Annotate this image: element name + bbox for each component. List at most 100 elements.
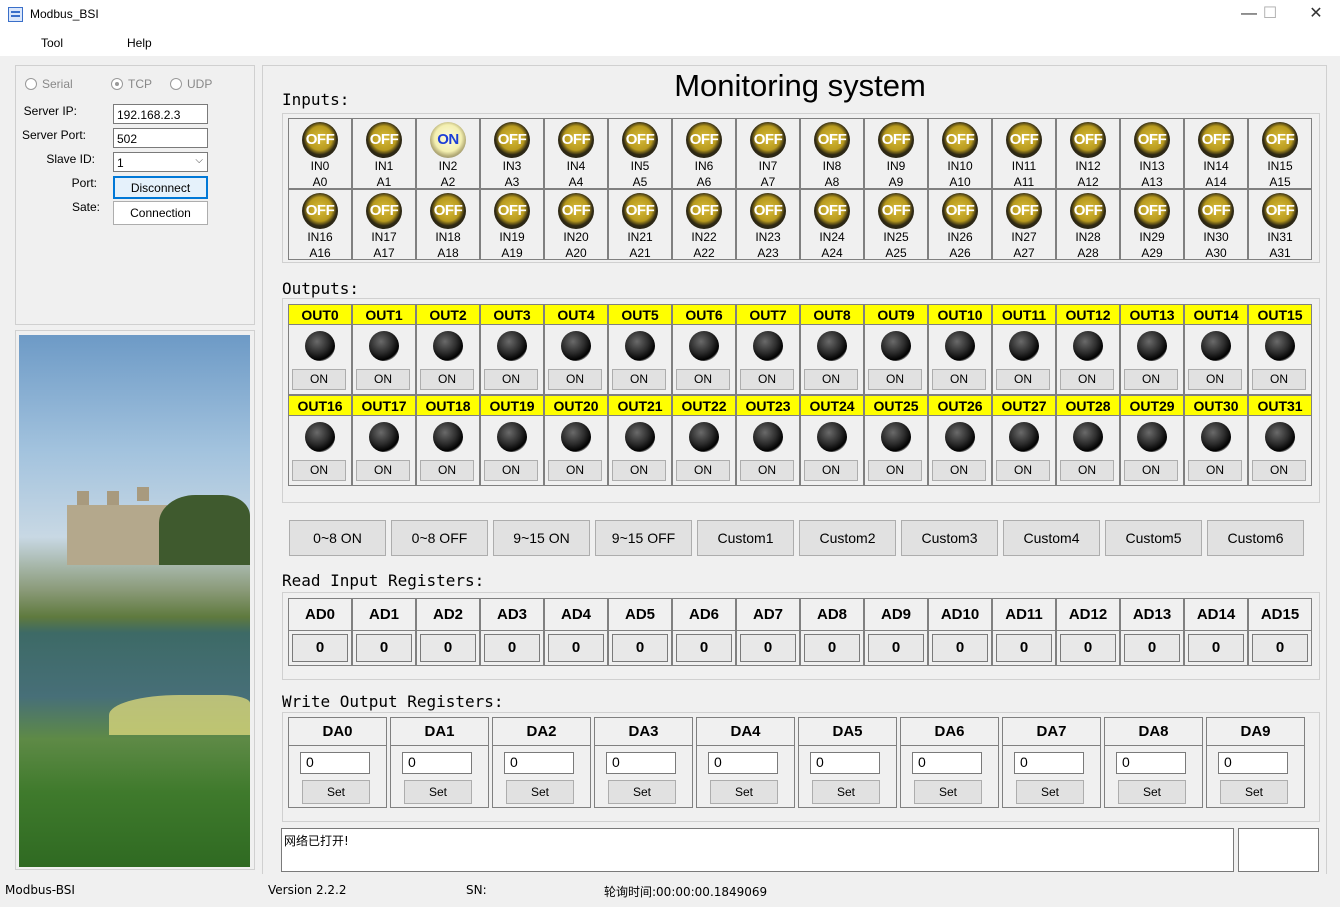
read-register-value: 0 bbox=[292, 634, 348, 662]
read-register-cell: AD9 0 bbox=[864, 598, 928, 666]
radio-tcp[interactable]: TCP bbox=[111, 77, 152, 91]
input-cell: OFF IN6 A6 bbox=[672, 118, 736, 189]
quick-button[interactable]: 0~8 ON bbox=[289, 520, 386, 556]
output-toggle-button[interactable]: ON bbox=[1188, 369, 1242, 390]
input-led-icon: OFF bbox=[1070, 122, 1106, 158]
quick-button[interactable]: Custom2 bbox=[799, 520, 896, 556]
quick-button[interactable]: Custom5 bbox=[1105, 520, 1202, 556]
output-toggle-button[interactable]: ON bbox=[996, 369, 1050, 390]
output-toggle-button[interactable]: ON bbox=[356, 460, 410, 481]
output-toggle-button[interactable]: ON bbox=[996, 460, 1050, 481]
write-register-set-button[interactable]: Set bbox=[404, 780, 472, 804]
output-toggle-button[interactable]: ON bbox=[868, 460, 922, 481]
output-toggle-button[interactable]: ON bbox=[612, 369, 666, 390]
read-register-value: 0 bbox=[420, 634, 476, 662]
server-port-input[interactable]: 502 bbox=[113, 128, 208, 148]
output-toggle-button[interactable]: ON bbox=[804, 369, 858, 390]
quick-button[interactable]: 9~15 OFF bbox=[595, 520, 692, 556]
write-register-input[interactable]: 0 bbox=[402, 752, 472, 774]
output-indicator-icon bbox=[1265, 422, 1295, 452]
radio-serial[interactable]: Serial bbox=[25, 77, 73, 91]
write-register-input[interactable]: 0 bbox=[912, 752, 982, 774]
write-register-set-button[interactable]: Set bbox=[710, 780, 778, 804]
input-cell: ON IN2 A2 bbox=[416, 118, 480, 189]
write-register-input[interactable]: 0 bbox=[504, 752, 574, 774]
output-toggle-button[interactable]: ON bbox=[932, 460, 986, 481]
output-cell: OUT3 ON bbox=[480, 304, 544, 395]
output-toggle-button[interactable]: ON bbox=[548, 460, 602, 481]
output-cell: OUT14 ON bbox=[1184, 304, 1248, 395]
output-name: OUT10 bbox=[929, 305, 991, 325]
read-register-value: 0 bbox=[804, 634, 860, 662]
output-toggle-button[interactable]: ON bbox=[740, 369, 794, 390]
output-toggle-button[interactable]: ON bbox=[932, 369, 986, 390]
quick-button[interactable]: 0~8 OFF bbox=[391, 520, 488, 556]
slave-id-select[interactable]: 1 ⌵ bbox=[113, 152, 208, 172]
output-toggle-button[interactable]: ON bbox=[868, 369, 922, 390]
read-register-value: 0 bbox=[1060, 634, 1116, 662]
write-register-set-button[interactable]: Set bbox=[1220, 780, 1288, 804]
output-toggle-button[interactable]: ON bbox=[420, 460, 474, 481]
output-toggle-button[interactable]: ON bbox=[548, 369, 602, 390]
write-register-input[interactable]: 0 bbox=[810, 752, 880, 774]
output-toggle-button[interactable]: ON bbox=[420, 369, 474, 390]
output-toggle-button[interactable]: ON bbox=[292, 460, 346, 481]
output-toggle-button[interactable]: ON bbox=[1124, 369, 1178, 390]
output-name: OUT24 bbox=[801, 396, 863, 416]
output-toggle-button[interactable]: ON bbox=[1124, 460, 1178, 481]
write-register-set-button[interactable]: Set bbox=[608, 780, 676, 804]
input-cell: OFF IN31 A31 bbox=[1248, 189, 1312, 260]
write-register-set-button[interactable]: Set bbox=[812, 780, 880, 804]
write-register-cell: DA2 0 Set bbox=[492, 717, 591, 808]
input-led-icon: OFF bbox=[366, 193, 402, 229]
server-ip-input[interactable]: 192.168.2.3 bbox=[113, 104, 208, 124]
menu-tool[interactable]: Tool bbox=[41, 36, 63, 50]
output-toggle-button[interactable]: ON bbox=[612, 460, 666, 481]
output-toggle-button[interactable]: ON bbox=[1252, 460, 1306, 481]
read-register-name: AD11 bbox=[993, 599, 1055, 631]
output-toggle-button[interactable]: ON bbox=[804, 460, 858, 481]
flowers-shape bbox=[109, 695, 250, 735]
radio-udp[interactable]: UDP bbox=[170, 77, 212, 91]
write-register-set-button[interactable]: Set bbox=[1016, 780, 1084, 804]
output-toggle-button[interactable]: ON bbox=[1188, 460, 1242, 481]
read-register-name: AD12 bbox=[1057, 599, 1119, 631]
close-button[interactable]: ✕ bbox=[1293, 0, 1339, 30]
output-toggle-button[interactable]: ON bbox=[1252, 369, 1306, 390]
write-register-set-button[interactable]: Set bbox=[1118, 780, 1186, 804]
output-toggle-button[interactable]: ON bbox=[484, 369, 538, 390]
write-register-input[interactable]: 0 bbox=[1116, 752, 1186, 774]
output-toggle-button[interactable]: ON bbox=[484, 460, 538, 481]
connection-status-button[interactable]: Connection bbox=[113, 201, 208, 225]
disconnect-button[interactable]: Disconnect bbox=[113, 176, 208, 199]
output-toggle-button[interactable]: ON bbox=[740, 460, 794, 481]
write-register-set-button[interactable]: Set bbox=[506, 780, 574, 804]
output-toggle-button[interactable]: ON bbox=[1060, 460, 1114, 481]
quick-button[interactable]: Custom6 bbox=[1207, 520, 1304, 556]
quick-button[interactable]: Custom1 bbox=[697, 520, 794, 556]
write-register-input[interactable]: 0 bbox=[606, 752, 676, 774]
output-toggle-button[interactable]: ON bbox=[1060, 369, 1114, 390]
write-register-input[interactable]: 0 bbox=[708, 752, 778, 774]
write-register-input[interactable]: 0 bbox=[1014, 752, 1084, 774]
output-indicator-icon bbox=[433, 331, 463, 361]
output-toggle-button[interactable]: ON bbox=[356, 369, 410, 390]
menu-help[interactable]: Help bbox=[127, 36, 152, 50]
quick-button[interactable]: Custom3 bbox=[901, 520, 998, 556]
read-register-name: AD13 bbox=[1121, 599, 1183, 631]
write-register-input[interactable]: 0 bbox=[1218, 752, 1288, 774]
log-output[interactable]: 网络已打开! bbox=[281, 828, 1234, 872]
input-led-icon: OFF bbox=[942, 122, 978, 158]
output-toggle-button[interactable]: ON bbox=[292, 369, 346, 390]
write-register-input[interactable]: 0 bbox=[300, 752, 370, 774]
quick-button[interactable]: Custom4 bbox=[1003, 520, 1100, 556]
maximize-button[interactable]: ☐ bbox=[1247, 0, 1293, 30]
output-indicator-icon bbox=[369, 422, 399, 452]
write-register-set-button[interactable]: Set bbox=[914, 780, 982, 804]
output-name: OUT8 bbox=[801, 305, 863, 325]
write-register-set-button[interactable]: Set bbox=[302, 780, 370, 804]
quick-button[interactable]: 9~15 ON bbox=[493, 520, 590, 556]
input-cell: OFF IN30 A30 bbox=[1184, 189, 1248, 260]
output-toggle-button[interactable]: ON bbox=[676, 460, 730, 481]
output-toggle-button[interactable]: ON bbox=[676, 369, 730, 390]
